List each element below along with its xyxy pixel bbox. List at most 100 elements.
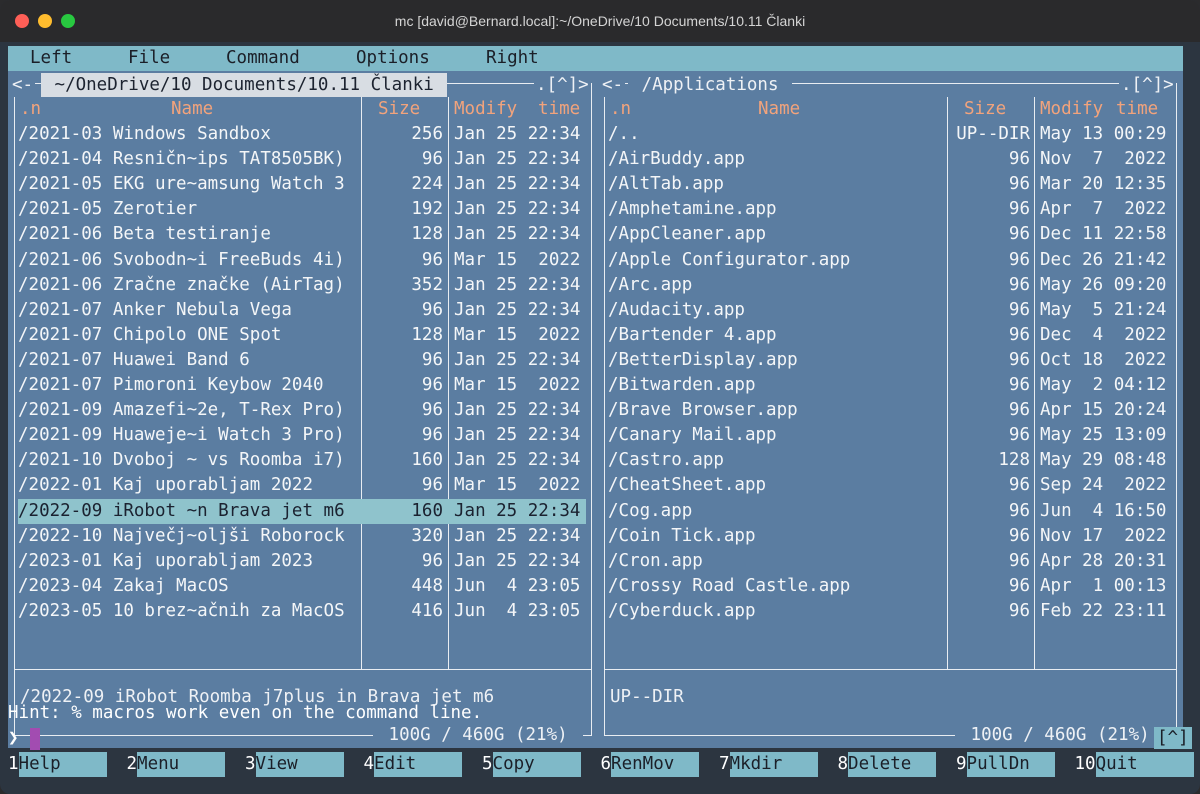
right-panel-corner-right[interactable]: .[^]> bbox=[1119, 73, 1176, 97]
file-row[interactable]: /2021-07 Pimoroni Keybow 2040 96 Mar 15 20… bbox=[18, 373, 586, 398]
right-header-n[interactable]: .n bbox=[610, 97, 631, 122]
hint-line: Hint: % macros work even on the command … bbox=[8, 703, 483, 723]
left-status-separator bbox=[14, 669, 592, 670]
fkey-label: Menu bbox=[137, 752, 226, 777]
fkey-menu-button[interactable]: 2Menu bbox=[127, 752, 226, 777]
file-size: 160 bbox=[411, 450, 443, 471]
left-panel-path[interactable]: ~/OneDrive/10 Documents/10.11 Članki bbox=[41, 73, 448, 97]
file-row[interactable]: /Castro.app 128 May 29 08:48 bbox=[608, 448, 1173, 473]
file-size: 96 bbox=[1008, 224, 1030, 245]
fkey-delete-button[interactable]: 8Delete bbox=[838, 752, 937, 777]
file-name: /2021-05 EKG ure~amsung Watch 3 bbox=[18, 174, 345, 195]
left-header-n[interactable]: .n bbox=[20, 97, 41, 122]
file-row[interactable]: /Apple Configurator.app 96 Dec 26 21:42 bbox=[608, 248, 1173, 273]
left-header-name[interactable]: Name bbox=[171, 97, 213, 122]
file-row[interactable]: /2023-01 Kaj uporabljam 2023 96 Jan 25 22:… bbox=[18, 549, 586, 574]
file-row[interactable]: /AppCleaner.app 96 Dec 11 22:58 bbox=[608, 222, 1173, 247]
file-row[interactable]: /2022-01 Kaj uporabljam 2022 96 Mar 15 202… bbox=[18, 473, 586, 498]
file-row[interactable]: /2023-05 10 brez~ačnih za MacOS 416 Jun 4 … bbox=[18, 599, 586, 624]
file-row[interactable]: /2021-04 Resničn~ips TAT8505BK) 96 Jan 25 … bbox=[18, 147, 586, 172]
left-panel-corner-left[interactable]: <- bbox=[10, 73, 36, 97]
file-modified: Apr 28 20:31 bbox=[1040, 550, 1167, 571]
file-row[interactable]: /AltTab.app 96 Mar 20 12:35 bbox=[608, 172, 1173, 197]
file-row[interactable]: /2021-07 Huawei Band 6 96 Jan 25 22:34 bbox=[18, 348, 586, 373]
file-row[interactable]: /Cyberduck.app 96 Feb 22 23:11 bbox=[608, 599, 1173, 624]
file-row[interactable]: /2021-09 Huaweje~i Watch 3 Pro) 96 Jan 25 … bbox=[18, 423, 586, 448]
command-line-input[interactable] bbox=[30, 728, 40, 750]
file-row[interactable]: /2021-07 Anker Nebula Vega 96 Jan 25 22:34 bbox=[18, 298, 586, 323]
file-row[interactable]: /2021-05 EKG ure~amsung Watch 3 224 Jan 25… bbox=[18, 172, 586, 197]
right-panel-path[interactable]: /Applications bbox=[628, 73, 793, 97]
file-name: /Crossy Road Castle.app bbox=[608, 575, 851, 596]
file-row[interactable]: /Bartender 4.app 96 Dec 4 2022 bbox=[608, 323, 1173, 348]
fkey-edit-button[interactable]: 4Edit bbox=[364, 752, 463, 777]
file-size: 96 bbox=[421, 400, 443, 421]
menu-options[interactable]: Options bbox=[356, 48, 430, 68]
file-row[interactable]: /2021-06 Zračne značke (AirTag) 352 Jan 25… bbox=[18, 273, 586, 298]
file-row[interactable]: /Cron.app 96 Apr 28 20:31 bbox=[608, 549, 1173, 574]
left-header-time[interactable]: time bbox=[538, 97, 580, 122]
right-header-name[interactable]: Name bbox=[758, 97, 800, 122]
right-header-modify[interactable]: Modify bbox=[1040, 97, 1103, 122]
right-header-time[interactable]: time bbox=[1116, 97, 1158, 122]
file-row[interactable]: /Amphetamine.app 96 Apr 7 2022 bbox=[608, 197, 1173, 222]
file-modified: Jan 25 22:34 bbox=[454, 500, 581, 521]
right-panel[interactable]: <- /Applications .[^]> .n Name Size Modi… bbox=[598, 71, 1183, 748]
fkey-quit-button[interactable]: 10Quit bbox=[1075, 752, 1194, 777]
left-header-size[interactable]: Size bbox=[378, 97, 420, 122]
file-size: 192 bbox=[411, 199, 443, 220]
file-row[interactable]: /2021-06 Svobodn~i FreeBuds 4i) 96 Mar 15 … bbox=[18, 248, 586, 273]
history-button[interactable]: [^] bbox=[1154, 727, 1192, 749]
fkey-pulldn-button[interactable]: 9PullDn bbox=[956, 752, 1055, 777]
file-row[interactable]: /2021-10 Dvoboj ~ vs Roomba i7) 160 Jan 25… bbox=[18, 448, 586, 473]
file-row[interactable]: /Cog.app 96 Jun 4 16:50 bbox=[608, 499, 1173, 524]
file-row[interactable]: /Arc.app 96 May 26 09:20 bbox=[608, 273, 1173, 298]
file-size: 96 bbox=[1008, 199, 1030, 220]
file-row[interactable]: /2021-07 Chipolo ONE Spot 128 Mar 15 2022 bbox=[18, 323, 586, 348]
file-row[interactable]: /Brave Browser.app 96 Apr 15 20:24 bbox=[608, 398, 1173, 423]
file-size: 96 bbox=[421, 425, 443, 446]
file-name: /Cron.app bbox=[608, 550, 703, 571]
file-row[interactable]: /Bitwarden.app 96 May 2 04:12 bbox=[608, 373, 1173, 398]
left-panel[interactable]: <- ~/OneDrive/10 Documents/10.11 Članki … bbox=[8, 71, 598, 748]
menu-file[interactable]: File bbox=[128, 48, 170, 68]
file-name: /2021-10 Dvoboj ~ vs Roomba i7) bbox=[18, 450, 345, 471]
menu-right[interactable]: Right bbox=[486, 48, 539, 68]
file-size: 96 bbox=[1008, 575, 1030, 596]
file-modified: Jun 4 23:05 bbox=[454, 600, 581, 621]
file-row[interactable]: /2021-03 Windows Sandbox 256 Jan 25 22:34 bbox=[18, 122, 586, 147]
right-panel-corner-left[interactable]: <- bbox=[600, 73, 626, 97]
file-row[interactable]: /2021-06 Beta testiranje 128 Jan 25 22:34 bbox=[18, 222, 586, 247]
left-header-modify[interactable]: Modify bbox=[454, 97, 517, 122]
fkey-help-button[interactable]: 1Help bbox=[8, 752, 107, 777]
left-panel-corner-right[interactable]: .[^]> bbox=[534, 73, 591, 97]
right-header-size[interactable]: Size bbox=[964, 97, 1006, 122]
file-modified: Nov 7 2022 bbox=[1040, 149, 1167, 170]
file-row[interactable]: /Canary Mail.app 96 May 25 13:09 bbox=[608, 423, 1173, 448]
file-row[interactable]: /Crossy Road Castle.app 96 Apr 1 00:13 bbox=[608, 574, 1173, 599]
menu-command[interactable]: Command bbox=[226, 48, 300, 68]
file-row[interactable]: /2023-04 Zakaj MacOS 448 Jun 4 23:05 bbox=[18, 574, 586, 599]
file-row[interactable]: /AirBuddy.app 96 Nov 7 2022 bbox=[608, 147, 1173, 172]
midnight-commander: Left File Command Options Right <- ~/One… bbox=[8, 46, 1194, 794]
file-row[interactable]: /2022-10 Največj~oljši Roborock 320 Jan 25… bbox=[18, 524, 586, 549]
file-modified: Apr 1 00:13 bbox=[1040, 575, 1167, 596]
file-name: /2021-09 Huaweje~i Watch 3 Pro) bbox=[18, 425, 345, 446]
file-size: 96 bbox=[1008, 324, 1030, 345]
file-row[interactable]: /2021-09 Amazefi~2e, T-Rex Pro) 96 Jan 25 … bbox=[18, 398, 586, 423]
file-row[interactable]: /Audacity.app 96 May 5 21:24 bbox=[608, 298, 1173, 323]
menu-left[interactable]: Left bbox=[30, 48, 72, 68]
fkey-mkdir-button[interactable]: 7Mkdir bbox=[719, 752, 818, 777]
fkey-renmov-button[interactable]: 6RenMov bbox=[601, 752, 700, 777]
file-modified: May 29 08:48 bbox=[1040, 450, 1167, 471]
file-name: /2023-01 Kaj uporabljam 2023 bbox=[18, 550, 314, 571]
file-row[interactable]: /Coin Tick.app 96 Nov 17 2022 bbox=[608, 524, 1173, 549]
file-row[interactable]: /BetterDisplay.app 96 Oct 18 2022 bbox=[608, 348, 1173, 373]
file-row[interactable]: /2022-09 iRobot ~n Brava jet m6 160 Jan 25… bbox=[18, 498, 586, 524]
fkey-copy-button[interactable]: 5Copy bbox=[482, 752, 581, 777]
fkey-view-button[interactable]: 3View bbox=[245, 752, 344, 777]
file-row[interactable]: /2021-05 Zerotier 192 Jan 25 22:34 bbox=[18, 197, 586, 222]
file-row[interactable]: /.. UP--DIR May 13 00:29 bbox=[608, 122, 1173, 147]
file-row[interactable]: /CheatSheet.app 96 Sep 24 2022 bbox=[608, 473, 1173, 498]
file-size: 128 bbox=[998, 450, 1030, 471]
